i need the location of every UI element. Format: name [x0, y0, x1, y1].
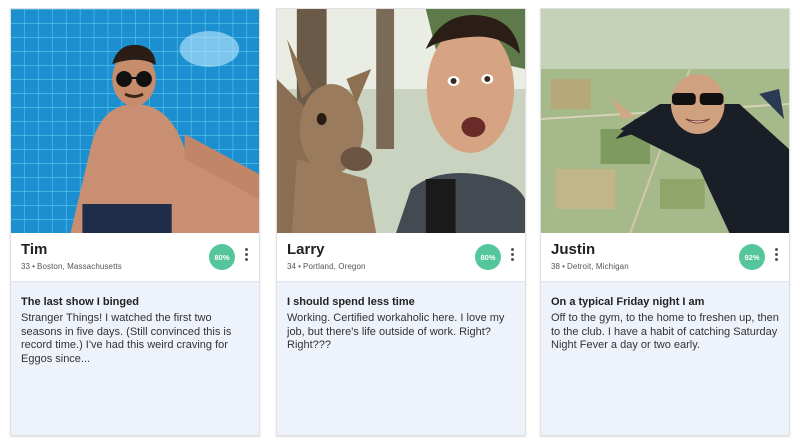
profile-answer-panel: On a typical Friday night I am Off to th… — [541, 281, 789, 435]
profile-card-tim[interactable]: Tim 33 • Boston, Massachusetts 80% The las… — [10, 8, 260, 436]
profile-age: 34 — [287, 262, 297, 271]
profile-name: Larry — [287, 241, 325, 258]
profile-card-justin[interactable]: Justin 38 • Detroit, Michigan 92% On a typ… — [540, 8, 790, 436]
profile-info: Tim 33 • Boston, Massachusetts 80% — [11, 233, 259, 281]
profile-meta: 33 • Boston, Massachusetts — [21, 262, 122, 271]
profile-location: Portland, Oregon — [303, 262, 366, 271]
separator-dot: • — [298, 262, 302, 271]
match-percentage-badge: 92% — [739, 244, 765, 270]
profile-answer-panel: The last show I binged Stranger Things! … — [11, 281, 259, 435]
profile-card-larry[interactable]: Larry 34 • Portland, Oregon 80% I should s… — [276, 8, 526, 436]
profile-name: Tim — [21, 241, 48, 258]
separator-dot: • — [32, 262, 36, 271]
question-prompt: I should spend less time — [287, 296, 415, 308]
question-answer: Working. Certified workaholic here. I lo… — [287, 312, 505, 351]
profile-photo[interactable] — [11, 9, 259, 233]
question-prompt: On a typical Friday night I am — [551, 296, 705, 308]
profile-photo[interactable] — [277, 9, 525, 233]
profile-meta: 38 • Detroit, Michigan — [551, 262, 629, 271]
question-answer: Off to the gym, to the home to freshen u… — [551, 312, 779, 351]
match-percentage-badge: 80% — [209, 244, 235, 270]
separator-dot: • — [562, 262, 566, 271]
profile-photo[interactable] — [541, 9, 789, 233]
question-prompt: The last show I binged — [21, 296, 139, 308]
more-options-icon[interactable] — [245, 248, 249, 264]
more-options-icon[interactable] — [511, 248, 515, 264]
profile-age: 38 — [551, 262, 561, 271]
profile-meta: 34 • Portland, Oregon — [287, 262, 366, 271]
profile-info: Justin 38 • Detroit, Michigan 92% — [541, 233, 789, 281]
question-answer: Stranger Things! I watched the first two… — [21, 312, 232, 365]
profile-age: 33 — [21, 262, 31, 271]
profile-location: Boston, Massachusetts — [37, 262, 122, 271]
match-percentage-badge: 80% — [475, 244, 501, 270]
more-options-icon[interactable] — [775, 248, 779, 264]
profile-answer-panel: I should spend less time Working. Certif… — [277, 281, 525, 435]
profile-location: Detroit, Michigan — [567, 262, 629, 271]
profile-name: Justin — [551, 241, 596, 258]
profile-info: Larry 34 • Portland, Oregon 80% — [277, 233, 525, 281]
